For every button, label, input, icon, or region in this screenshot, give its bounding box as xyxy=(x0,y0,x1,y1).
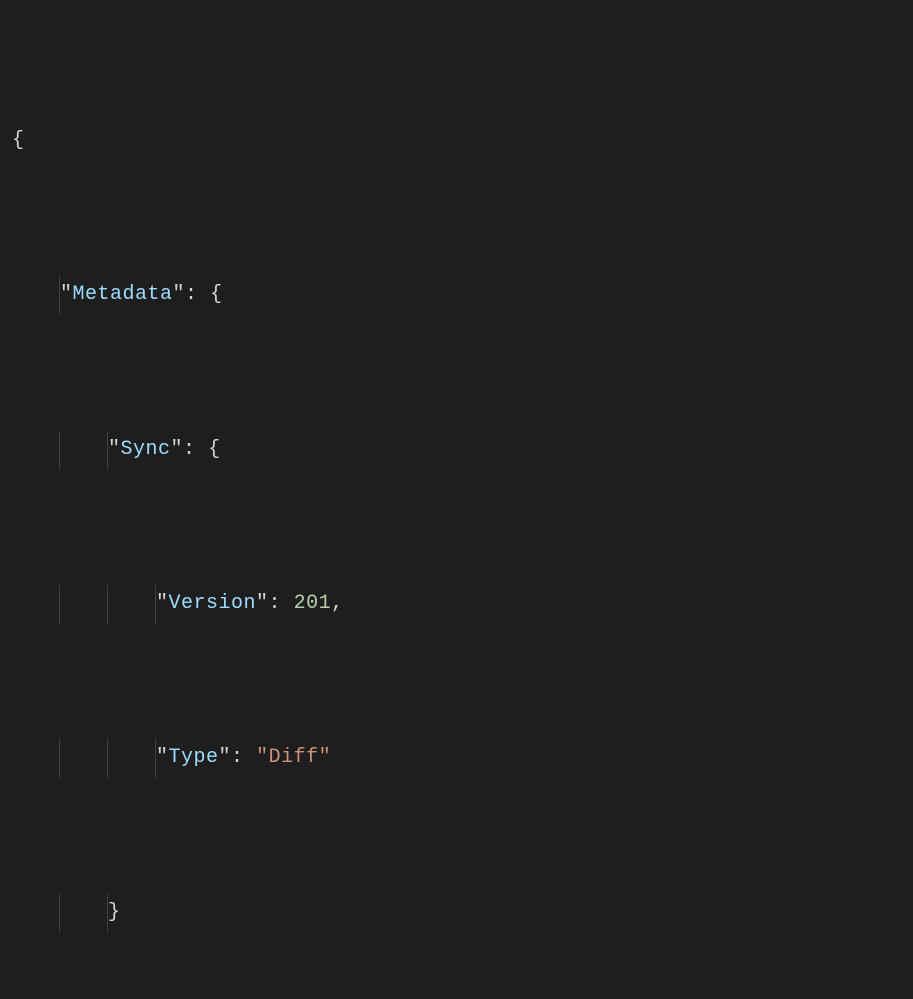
code-line: "Sync": { xyxy=(12,431,913,470)
json-key-type: Type xyxy=(169,739,219,778)
brace-close: } xyxy=(108,894,121,933)
json-value-version: 201 xyxy=(294,585,332,624)
brace-open: { xyxy=(210,276,223,315)
json-key-version: Version xyxy=(169,585,257,624)
code-editor[interactable]: { "Metadata": { "Sync": { "Version": 201… xyxy=(0,0,913,999)
code-line: "Version": 201, xyxy=(12,585,913,624)
code-line: "Type": "Diff" xyxy=(12,739,913,778)
code-line: } xyxy=(12,894,913,933)
json-value-sync-type: Diff xyxy=(269,739,319,778)
json-key-sync: Sync xyxy=(121,431,171,470)
code-line: { xyxy=(12,122,913,161)
brace-open: { xyxy=(208,431,221,470)
brace-open: { xyxy=(12,122,25,161)
code-line: "Metadata": { xyxy=(12,276,913,315)
json-key-metadata: Metadata xyxy=(73,276,173,315)
